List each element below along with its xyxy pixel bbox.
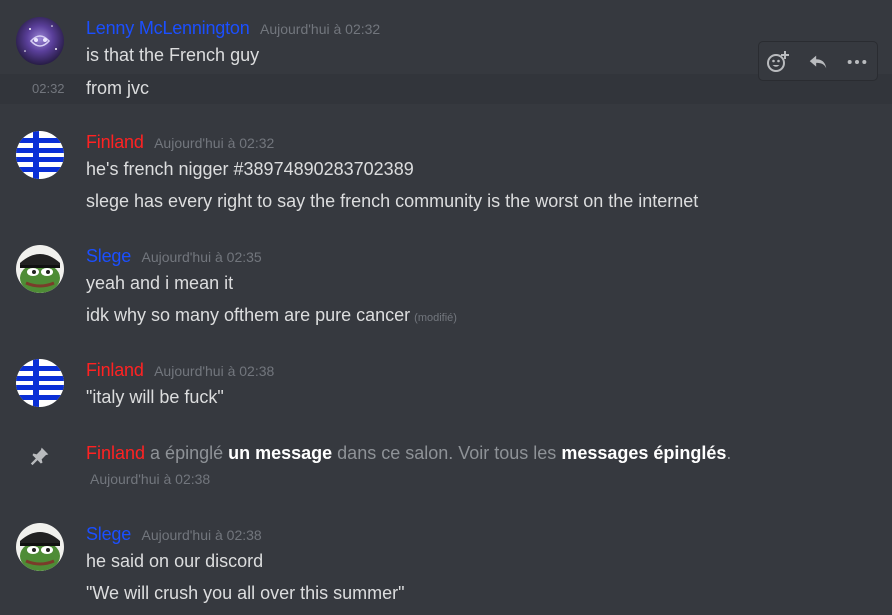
message-text: "We will crush you all over this summer" bbox=[86, 583, 405, 603]
pinned-message-link[interactable]: un message bbox=[228, 443, 332, 463]
system-timestamp: Aujourd'hui à 02:38 bbox=[90, 471, 211, 487]
pinned-messages-link[interactable]: messages épinglés bbox=[561, 443, 726, 463]
pepe-beret-avatar-icon bbox=[16, 245, 64, 293]
message-timestamp: Aujourd'hui à 02:35 bbox=[141, 249, 262, 265]
username[interactable]: Slege bbox=[86, 246, 131, 266]
message-text: from jvc bbox=[86, 78, 149, 98]
system-text: a épinglé bbox=[145, 443, 229, 463]
avatar[interactable] bbox=[16, 359, 64, 407]
finland-flag-avatar-icon bbox=[16, 359, 64, 407]
reply-icon bbox=[809, 55, 827, 69]
message-timestamp: Aujourd'hui à 02:38 bbox=[154, 363, 275, 379]
message-text: he said on our discord bbox=[86, 551, 264, 571]
username[interactable]: Finland bbox=[86, 360, 144, 380]
message-text: he's french nigger #38974890283702389 bbox=[86, 159, 414, 179]
pin-icon bbox=[30, 446, 50, 471]
add-reaction-button[interactable] bbox=[765, 49, 791, 75]
username[interactable]: Slege bbox=[86, 524, 131, 544]
message-text: slege has every right to say the french … bbox=[86, 191, 699, 211]
purple-galaxy-avatar-icon bbox=[16, 17, 64, 65]
message-text: yeah and i mean it bbox=[86, 273, 234, 293]
side-timestamp: 02:32 bbox=[32, 81, 65, 96]
message-timestamp: Aujourd'hui à 02:32 bbox=[259, 21, 381, 37]
avatar[interactable] bbox=[16, 245, 64, 293]
username[interactable]: Finland bbox=[86, 443, 145, 463]
avatar[interactable] bbox=[16, 17, 64, 65]
username[interactable]: Finland bbox=[86, 132, 144, 152]
finland-flag-avatar-icon bbox=[16, 131, 64, 179]
message-text: idk why so many ofthem are pure cancer (m… bbox=[86, 305, 457, 326]
message-toolbar bbox=[758, 41, 878, 81]
system-message: Finland a épinglé un message dans ce sal… bbox=[86, 443, 731, 464]
message-text-content: idk why so many ofthem are pure cancer bbox=[86, 305, 411, 325]
message-text: "italy will be fuck" bbox=[86, 387, 224, 407]
message-timestamp: Aujourd'hui à 02:38 bbox=[141, 527, 262, 543]
system-text: dans ce salon. Voir tous les bbox=[332, 443, 562, 463]
avatar[interactable] bbox=[16, 131, 64, 179]
avatar[interactable] bbox=[16, 523, 64, 571]
system-text: . bbox=[726, 443, 732, 463]
add-reaction-icon bbox=[767, 51, 789, 72]
message-text: is that the French guy bbox=[86, 45, 260, 65]
edited-label: (modifié) bbox=[414, 312, 457, 324]
pepe-beret-avatar-icon bbox=[16, 523, 64, 571]
username[interactable]: Lenny McLennington bbox=[86, 18, 250, 38]
reply-button[interactable] bbox=[805, 49, 831, 75]
more-options-button[interactable] bbox=[844, 49, 870, 75]
more-options-icon bbox=[847, 59, 867, 65]
message-timestamp: Aujourd'hui à 02:32 bbox=[154, 135, 275, 151]
